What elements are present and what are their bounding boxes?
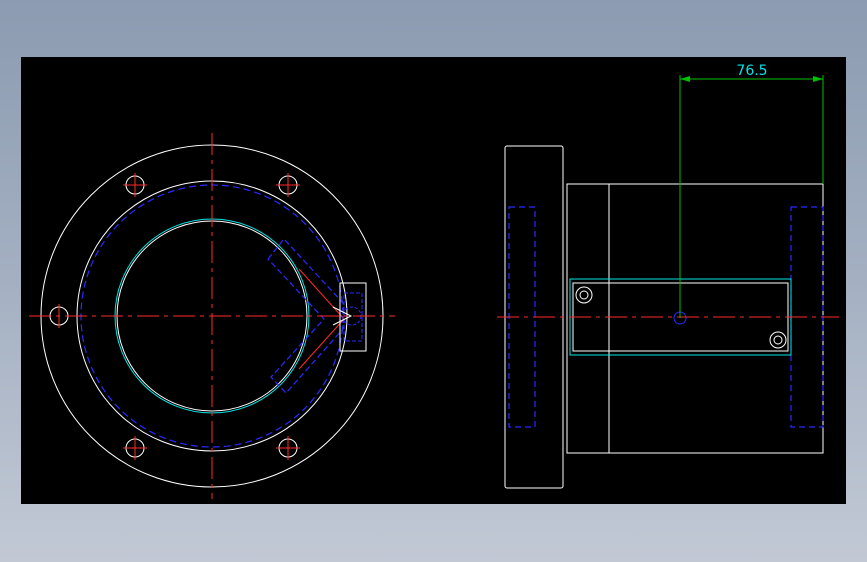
cad-drawing: 76.5: [29, 63, 839, 499]
cad-viewport[interactable]: 76.5: [21, 57, 846, 504]
dimension-label: 76.5: [736, 63, 767, 79]
dimension-arrow-left: [680, 76, 690, 82]
dimension-arrow-right: [813, 76, 823, 82]
screw-right: [769, 331, 787, 349]
side-view: 76.5: [497, 63, 839, 489]
side-hidden-holes: [508, 206, 824, 428]
dimension-76-5[interactable]: 76.5: [679, 63, 824, 318]
housing-body: [566, 183, 824, 454]
screw-left: [575, 286, 593, 304]
front-view: [29, 133, 395, 499]
lever-line-lower: [298, 318, 345, 370]
